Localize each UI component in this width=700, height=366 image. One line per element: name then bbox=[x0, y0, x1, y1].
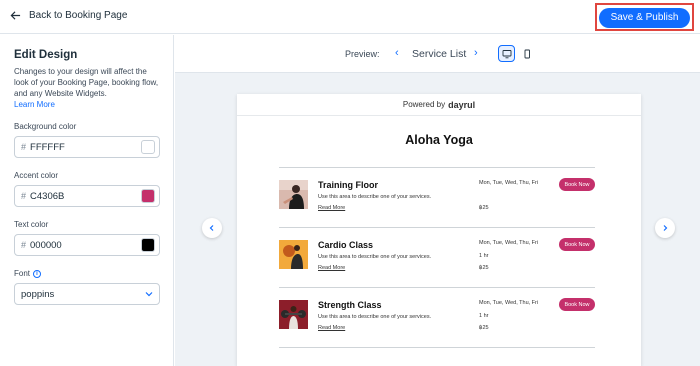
service-name: Training Floor bbox=[318, 180, 378, 190]
service-description: Use this area to describe one of your se… bbox=[318, 254, 432, 260]
back-to-booking-page-link[interactable]: Back to Booking Page bbox=[10, 10, 127, 21]
book-now-button[interactable]: Book Now bbox=[559, 298, 595, 311]
edit-design-panel: Edit Design Changes to your design will … bbox=[0, 35, 174, 366]
book-now-button[interactable]: Book Now bbox=[559, 238, 595, 251]
hash-prefix: # bbox=[21, 240, 27, 250]
text-color-label: Text color bbox=[14, 220, 49, 229]
top-bar: Back to Booking Page Save & Publish bbox=[0, 0, 700, 34]
service-description: Use this area to describe one of your se… bbox=[318, 194, 432, 200]
service-duration: 1 hr bbox=[479, 253, 489, 259]
read-more-link[interactable]: Read More bbox=[318, 265, 345, 271]
service-image bbox=[279, 300, 308, 329]
background-color-label: Background color bbox=[14, 122, 77, 131]
learn-more-link[interactable]: Learn More bbox=[14, 99, 159, 110]
read-more-link[interactable]: Read More bbox=[318, 325, 345, 331]
powered-by-text: Powered by bbox=[402, 100, 446, 109]
font-select[interactable]: poppins bbox=[14, 283, 160, 305]
brand-logo: dayrul bbox=[448, 99, 476, 110]
back-label: Back to Booking Page bbox=[29, 10, 128, 21]
service-description: Use this area to describe one of your se… bbox=[318, 314, 432, 320]
service-price: ฿25 bbox=[479, 205, 489, 211]
text-color-swatch[interactable] bbox=[141, 238, 155, 252]
desktop-icon bbox=[502, 49, 511, 58]
font-value: poppins bbox=[21, 288, 55, 300]
accent-color-field[interactable]: # C4306B bbox=[14, 185, 160, 207]
mobile-view-button[interactable] bbox=[518, 45, 535, 62]
accent-color-label: Accent color bbox=[14, 171, 59, 180]
next-page-chevron-icon[interactable]: › bbox=[474, 47, 478, 59]
preview-toolbar: Preview: ‹ Service List › bbox=[175, 35, 700, 73]
arrow-left-icon bbox=[10, 11, 21, 20]
background-color-field[interactable]: # FFFFFF bbox=[14, 136, 160, 158]
service-row: Strength Class Use this area to describe… bbox=[279, 287, 595, 348]
chevron-right-icon bbox=[663, 225, 668, 231]
service-days: Mon, Tue, Wed, Thu, Fri bbox=[479, 180, 539, 186]
publish-highlight: Save & Publish bbox=[595, 3, 694, 31]
service-image bbox=[279, 180, 308, 209]
hash-prefix: # bbox=[21, 191, 27, 201]
service-name: Cardio Class bbox=[318, 240, 374, 250]
accent-color-swatch[interactable] bbox=[141, 189, 155, 203]
font-label-row: Font i bbox=[14, 269, 159, 278]
book-now-button[interactable]: Book Now bbox=[559, 178, 595, 191]
previous-page-chevron-icon[interactable]: ‹ bbox=[395, 47, 399, 59]
powered-by-banner: Powered by dayrul bbox=[237, 94, 641, 116]
carousel-next-button[interactable] bbox=[655, 218, 675, 238]
service-row: Training Floor Use this area to describe… bbox=[279, 167, 595, 227]
accent-color-value: C4306B bbox=[30, 190, 65, 202]
service-price: ฿25 bbox=[479, 265, 489, 271]
service-duration: 1 hr bbox=[479, 313, 489, 319]
hash-prefix: # bbox=[21, 142, 27, 152]
info-icon[interactable]: i bbox=[33, 269, 42, 278]
text-color-value: 000000 bbox=[30, 239, 62, 251]
panel-description: Changes to your design will affect the l… bbox=[14, 67, 159, 98]
service-name: Strength Class bbox=[318, 300, 382, 310]
panel-title: Edit Design bbox=[14, 49, 78, 61]
save-publish-button[interactable]: Save & Publish bbox=[599, 7, 690, 28]
desktop-view-button[interactable] bbox=[498, 45, 515, 62]
preview-label: Preview: bbox=[345, 49, 380, 59]
background-color-value: FFFFFF bbox=[30, 141, 65, 153]
service-days: Mon, Tue, Wed, Thu, Fri bbox=[479, 300, 539, 306]
carousel-prev-button[interactable] bbox=[202, 218, 222, 238]
business-title: Aloha Yoga bbox=[405, 133, 473, 147]
preview-area: Preview: ‹ Service List › Powered by day… bbox=[175, 35, 700, 366]
service-price: ฿25 bbox=[479, 325, 489, 331]
preview-page-name: Service List bbox=[412, 48, 467, 60]
font-label: Font bbox=[14, 269, 31, 278]
mobile-icon bbox=[524, 49, 530, 58]
read-more-link[interactable]: Read More bbox=[318, 205, 345, 211]
text-color-field[interactable]: # 000000 bbox=[14, 234, 160, 256]
chevron-down-icon bbox=[145, 292, 153, 297]
service-days: Mon, Tue, Wed, Thu, Fri bbox=[479, 240, 539, 246]
booking-page-preview: Powered by dayrul Aloha Yoga Training Fl… bbox=[237, 94, 641, 366]
service-image bbox=[279, 240, 308, 269]
service-row: Cardio Class Use this area to describe o… bbox=[279, 227, 595, 287]
chevron-left-icon bbox=[209, 225, 214, 231]
background-color-swatch[interactable] bbox=[141, 140, 155, 154]
